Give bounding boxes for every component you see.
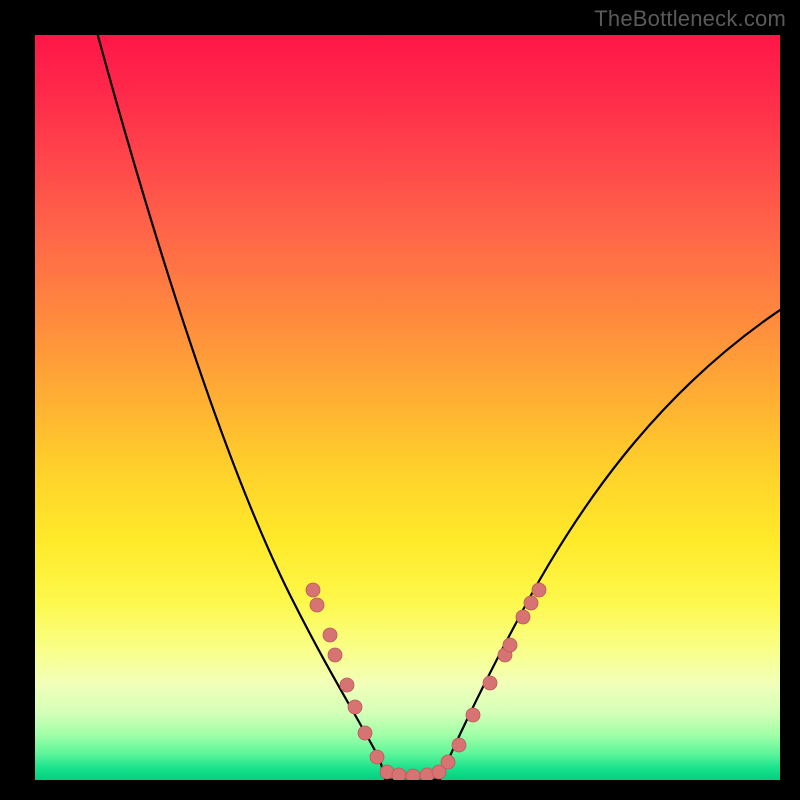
data-dot: [441, 755, 455, 769]
data-dot: [358, 726, 372, 740]
data-dot: [516, 610, 530, 624]
data-dot: [483, 676, 497, 690]
data-dot: [306, 583, 320, 597]
chart-svg: [35, 35, 780, 780]
data-dot: [406, 769, 420, 780]
data-dot: [392, 768, 406, 780]
left-curve: [95, 35, 385, 779]
data-dot: [524, 596, 538, 610]
data-dot: [340, 678, 354, 692]
right-curve: [440, 310, 780, 779]
data-dot: [370, 750, 384, 764]
data-dot: [532, 583, 546, 597]
data-dot: [323, 628, 337, 642]
watermark-text: TheBottleneck.com: [594, 6, 786, 32]
outer-frame: TheBottleneck.com: [0, 0, 800, 800]
data-dot: [466, 708, 480, 722]
data-dots: [306, 583, 546, 780]
plot-area: [35, 35, 780, 780]
data-dot: [310, 598, 324, 612]
data-dot: [503, 638, 517, 652]
data-dot: [328, 648, 342, 662]
data-dot: [348, 700, 362, 714]
data-dot: [452, 738, 466, 752]
